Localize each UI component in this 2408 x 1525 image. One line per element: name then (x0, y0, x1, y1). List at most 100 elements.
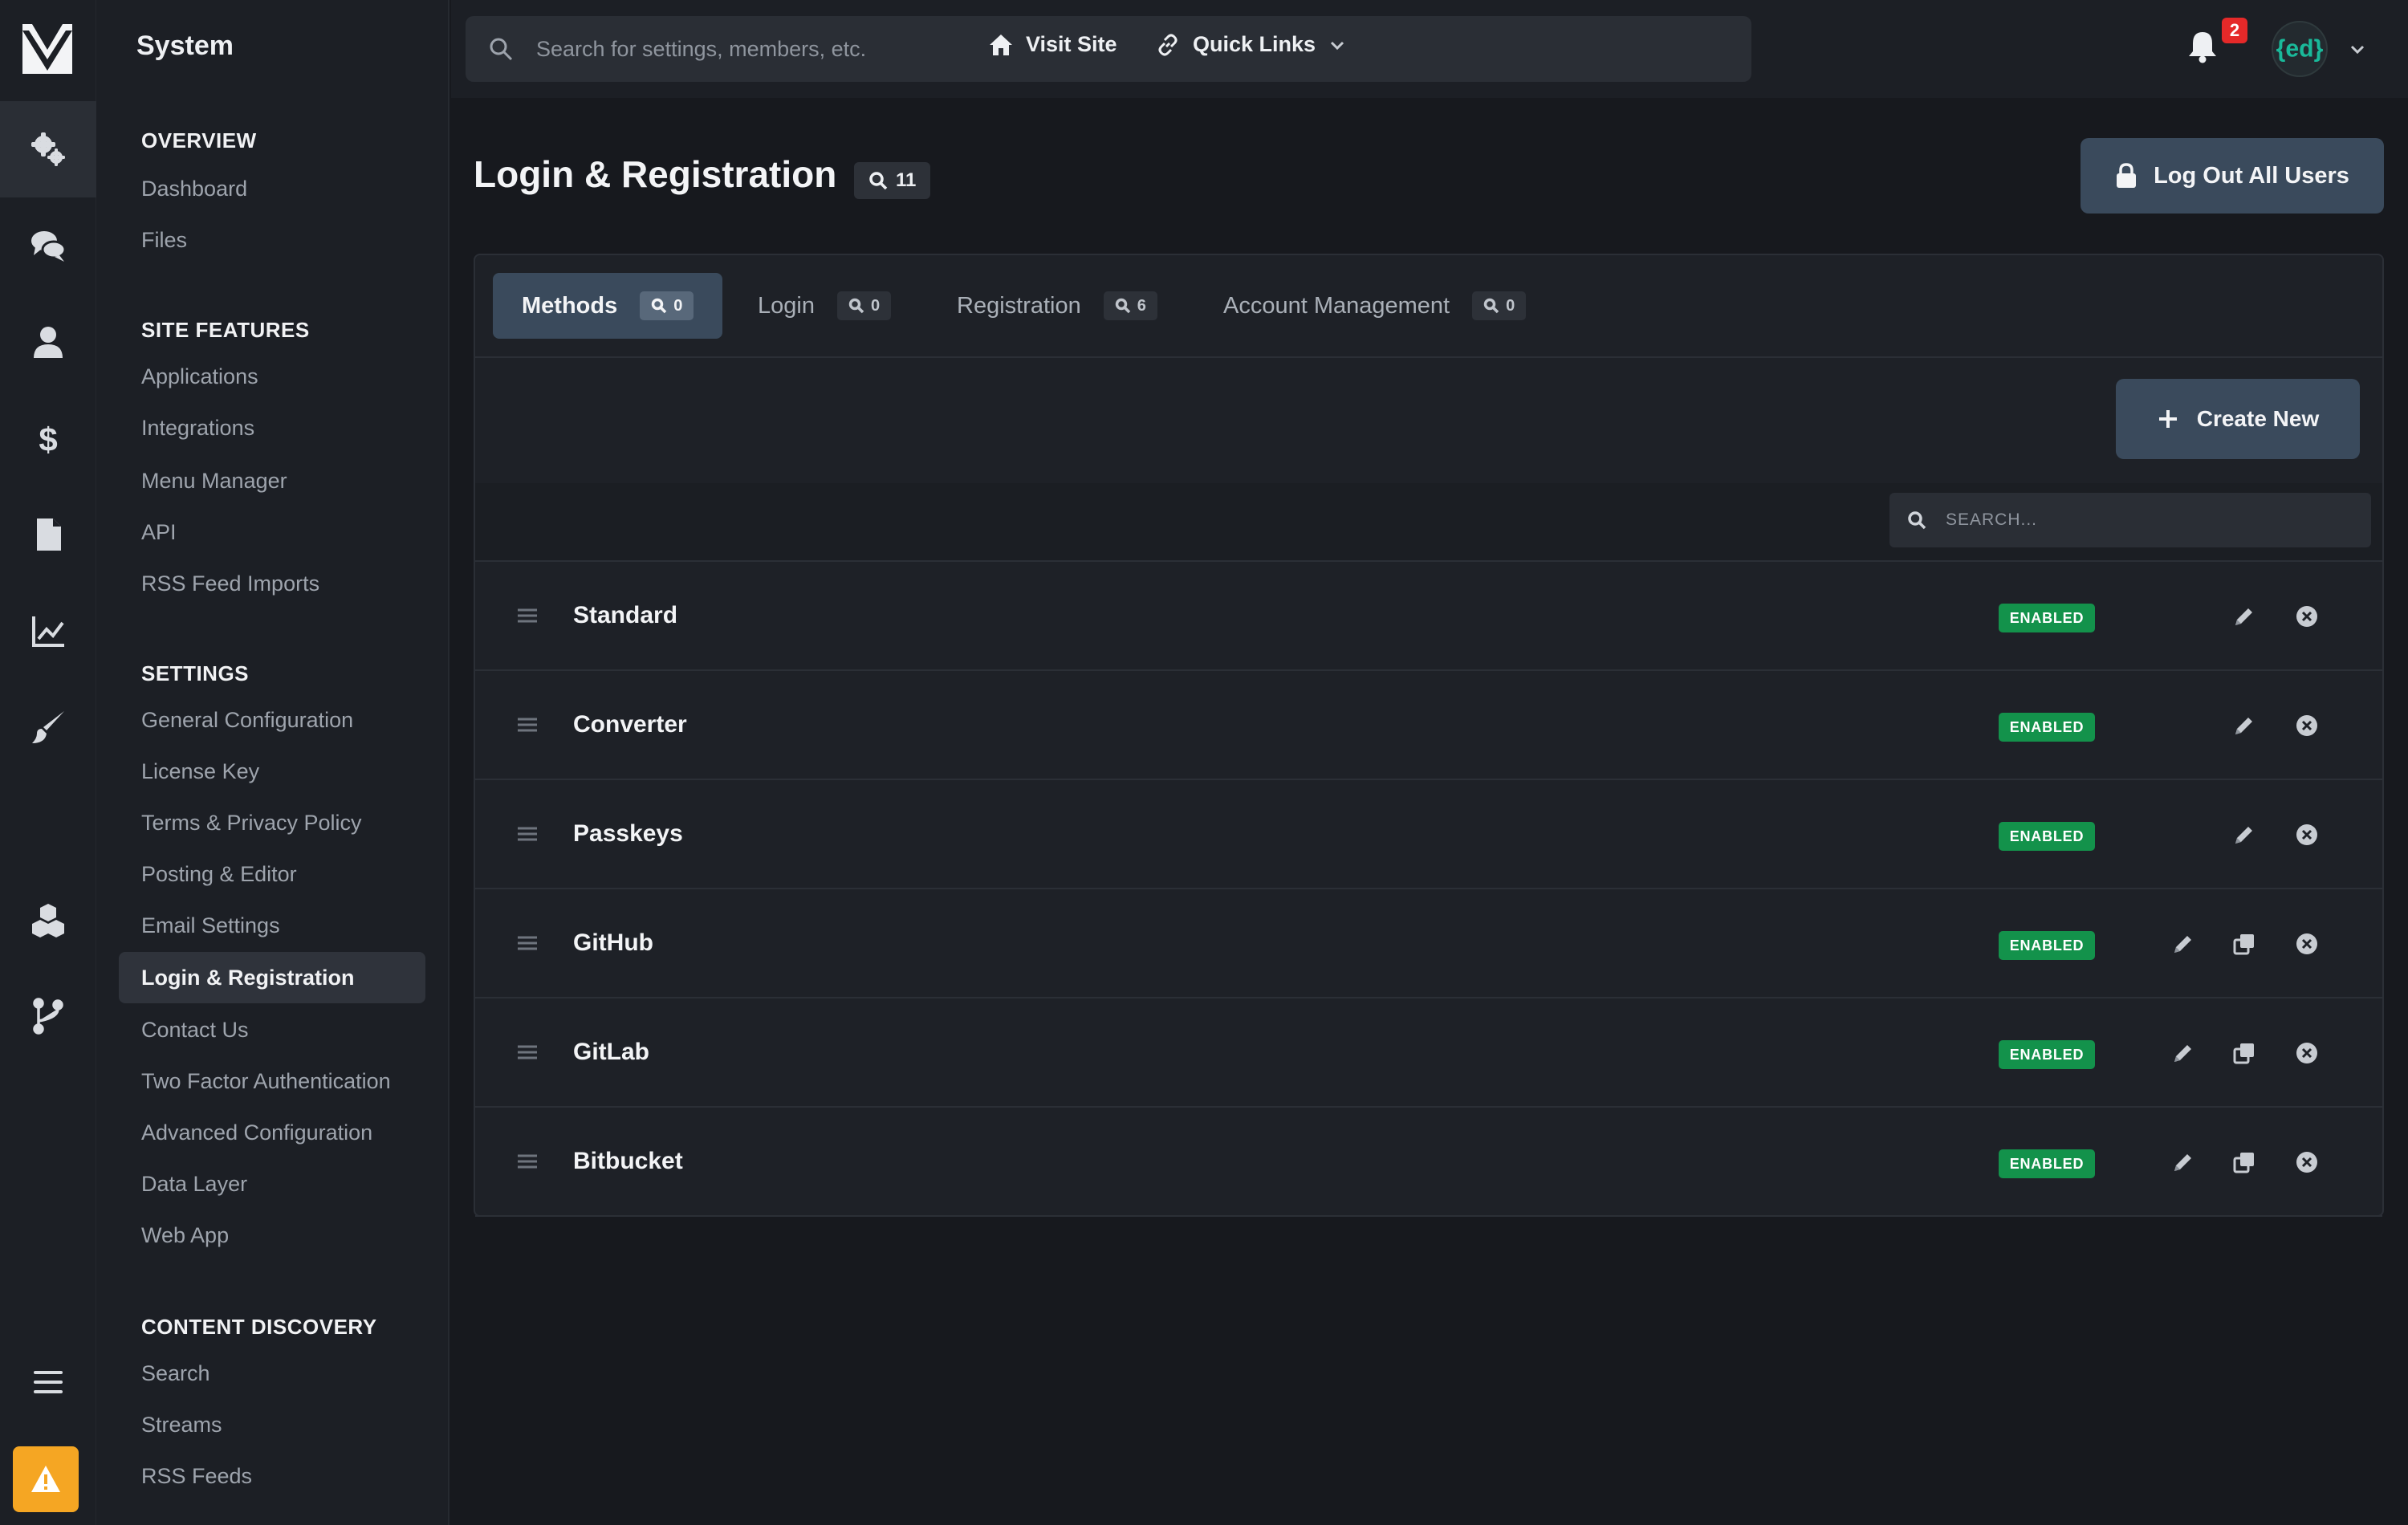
chat-icon (31, 231, 67, 262)
duplicate-button[interactable] (2228, 928, 2260, 960)
page-title: Login & Registration (474, 153, 837, 195)
rail-stats[interactable] (0, 583, 96, 679)
tab-registration-count: 6 (1103, 291, 1157, 320)
dollar-icon: $ (39, 421, 57, 458)
rail-customization[interactable] (0, 679, 96, 775)
nav-link-license-key[interactable]: License Key (141, 759, 259, 784)
notification-count-badge: 2 (2222, 18, 2247, 43)
nav-sidebar: System OVERVIEW Dashboard Files SITE FEA… (96, 0, 449, 1525)
rail-marketplace[interactable] (0, 872, 96, 968)
avatar-logo: {ed} (2276, 35, 2324, 62)
tab-account-management[interactable]: Account Management 0 (1223, 273, 1527, 339)
method-name: GitHub (573, 929, 653, 956)
table-search[interactable] (1889, 493, 2371, 547)
nav-link-streams[interactable]: Streams (141, 1413, 222, 1438)
tab-registration[interactable]: Registration 6 (957, 273, 1157, 339)
chart-icon (32, 616, 64, 647)
rail-members[interactable] (0, 294, 96, 390)
tab-methods[interactable]: Methods 0 (493, 273, 723, 339)
nav-link-integrations[interactable]: Integrations (141, 416, 254, 441)
quick-links-menu[interactable]: Quick Links (1156, 32, 1346, 57)
nav-section-settings: SETTINGS (141, 661, 250, 685)
tab-login-count: 0 (836, 291, 892, 320)
close-circle-icon (2296, 1043, 2317, 1063)
nav-link-dashboard[interactable]: Dashboard (141, 177, 247, 201)
edit-button[interactable] (2167, 928, 2199, 960)
edit-button[interactable] (2167, 1037, 2199, 1069)
drag-handle-icon[interactable] (515, 931, 539, 955)
delete-button[interactable] (2291, 600, 2323, 632)
drag-handle-icon[interactable] (515, 1149, 539, 1173)
drag-handle-icon[interactable] (515, 822, 539, 846)
status-badge: ENABLED (1999, 604, 2095, 632)
duplicate-button[interactable] (2228, 1037, 2260, 1069)
avatar[interactable]: {ed} (2272, 21, 2328, 77)
delete-button[interactable] (2291, 1146, 2323, 1178)
gears-icon (31, 132, 65, 166)
pencil-icon (2174, 1154, 2191, 1171)
nav-link-search[interactable]: Search (141, 1361, 210, 1386)
delete-button[interactable] (2291, 819, 2323, 851)
method-name: Passkeys (573, 820, 683, 847)
nav-link-terms-privacy[interactable]: Terms & Privacy Policy (141, 811, 362, 836)
tab-login[interactable]: Login 0 (758, 273, 892, 339)
delete-button[interactable] (2291, 1037, 2323, 1069)
nav-link-posting-editor[interactable]: Posting & Editor (141, 862, 297, 887)
nav-link-contact-us[interactable]: Contact Us (141, 1018, 249, 1043)
rail-menu-toggle[interactable] (0, 1334, 96, 1430)
tab-registration-label: Registration (957, 292, 1081, 319)
rail-content[interactable] (0, 486, 96, 583)
pencil-icon (2235, 608, 2252, 625)
nav-section-content-discovery: CONTENT DISCOVERY (141, 1315, 377, 1339)
rail-community[interactable] (0, 197, 96, 294)
create-new-button[interactable]: Create New (2116, 379, 2360, 459)
nav-link-email-settings[interactable]: Email Settings (141, 913, 280, 938)
nav-link-rss-feed-imports[interactable]: RSS Feed Imports (141, 571, 319, 596)
pencil-icon (2235, 718, 2252, 734)
drag-handle-icon[interactable] (515, 1040, 539, 1064)
edit-button[interactable] (2167, 1146, 2199, 1178)
account-chevron-down-icon[interactable] (2349, 40, 2366, 58)
nav-link-applications[interactable]: Applications (141, 364, 258, 389)
notifications-button[interactable] (2185, 29, 2225, 69)
edit-button[interactable] (2228, 710, 2260, 742)
home-icon (990, 34, 1012, 55)
nav-link-data-layer[interactable]: Data Layer (141, 1172, 247, 1197)
duplicate-button[interactable] (2228, 1146, 2260, 1178)
warning-button[interactable] (13, 1446, 79, 1512)
nav-link-two-factor-authentication[interactable]: Two Factor Authentication (141, 1069, 391, 1094)
nav-link-login-registration[interactable]: Login & Registration (119, 952, 425, 1003)
table-search-input[interactable] (1946, 510, 2363, 530)
visit-site-link[interactable]: Visit Site (989, 32, 1117, 57)
delete-button[interactable] (2291, 710, 2323, 742)
rail-developer[interactable] (0, 968, 96, 1064)
nav-link-menu-manager[interactable]: Menu Manager (141, 469, 287, 494)
icon-rail: $ (0, 0, 96, 1525)
rail-commerce[interactable]: $ (0, 390, 96, 486)
nav-link-advanced-configuration[interactable]: Advanced Configuration (141, 1120, 372, 1145)
edit-button[interactable] (2228, 600, 2260, 632)
logo-icon[interactable] (21, 22, 74, 75)
table-row: GitLab ENABLED (475, 998, 2382, 1108)
search-icon (848, 298, 864, 314)
search-icon (490, 38, 513, 61)
log-out-all-users-button[interactable]: Log Out All Users (2081, 138, 2384, 214)
nav-link-rss-feeds[interactable]: RSS Feeds (141, 1464, 252, 1489)
chevron-down-icon (1331, 41, 1344, 50)
drag-handle-icon[interactable] (515, 604, 539, 628)
nav-link-general-configuration[interactable]: General Configuration (141, 708, 353, 733)
nav-title: System (136, 31, 234, 61)
nav-link-api[interactable]: API (141, 520, 177, 545)
rail-system[interactable] (0, 101, 96, 197)
drag-handle-icon[interactable] (515, 713, 539, 737)
document-icon (37, 518, 61, 551)
nav-link-web-app[interactable]: Web App (141, 1223, 229, 1248)
search-icon (651, 298, 667, 314)
log-out-all-users-label: Log Out All Users (2154, 162, 2349, 189)
quick-links-label: Quick Links (1193, 32, 1316, 56)
delete-button[interactable] (2291, 928, 2323, 960)
edit-button[interactable] (2228, 819, 2260, 851)
top-bar: Visit Site Quick Links 2 {ed} (451, 0, 2408, 98)
nav-link-files[interactable]: Files (141, 228, 187, 253)
menu-icon (34, 1371, 63, 1393)
